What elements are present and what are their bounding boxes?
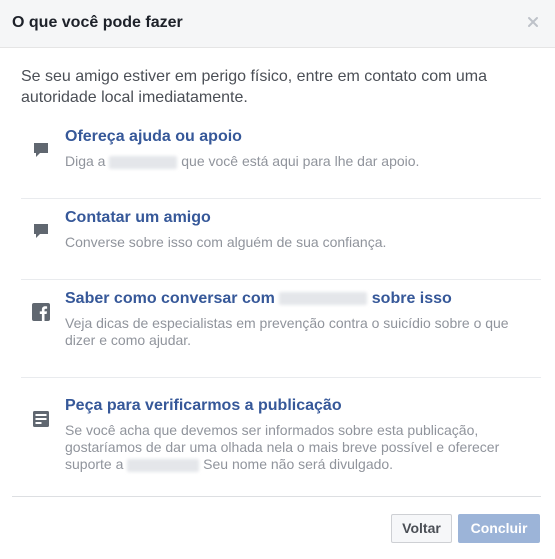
option-desc: Veja dicas de especialistas em prevenção… <box>65 315 509 348</box>
options-list: Ofereça ajuda ou apoio Diga a que você e… <box>21 118 541 500</box>
option-desc: Se você acha que devemos ser informados … <box>65 422 541 473</box>
dialog-header: O que você pode fazer <box>0 0 555 48</box>
option-title-text: Saber como conversar com <box>65 290 275 307</box>
close-icon[interactable] <box>525 14 541 30</box>
option-review-post[interactable]: Peça para verificarmos a publicação Se v… <box>21 378 541 500</box>
dialog: O que você pode fazer Se seu amigo estiv… <box>0 0 555 559</box>
option-contact-friend[interactable]: Contatar um amigo Converse sobre isso co… <box>21 199 541 280</box>
option-desc-text: Diga a <box>65 153 106 169</box>
done-button[interactable]: Concluir <box>458 514 540 543</box>
option-desc-text: que você está aqui para lhe dar apoio. <box>181 153 420 169</box>
option-title-text: sobre isso <box>371 290 452 307</box>
redacted-name <box>279 292 368 306</box>
footer-divider <box>12 496 541 497</box>
redacted-name <box>127 458 200 472</box>
speech-bubble-icon <box>34 224 48 238</box>
option-title: Ofereça ajuda ou apoio <box>65 128 242 145</box>
option-learn-talk[interactable]: Saber como conversar com sobre isso Veja… <box>21 280 541 378</box>
back-button[interactable]: Voltar <box>391 514 452 543</box>
post-icon <box>33 411 49 427</box>
option-desc-text: Seu nome não será divulgado. <box>203 456 394 472</box>
option-title: Contatar um amigo <box>65 209 211 226</box>
intro-text: Se seu amigo estiver em perigo físico, e… <box>21 68 487 106</box>
option-desc: Diga a que você está aqui para lhe dar a… <box>65 153 541 170</box>
option-offer-help[interactable]: Ofereça ajuda ou apoio Diga a que você e… <box>21 118 541 199</box>
option-desc: Converse sobre isso com alguém de sua co… <box>65 234 387 250</box>
facebook-icon <box>32 303 50 321</box>
speech-bubble-icon <box>34 143 48 157</box>
option-title: Peça para verificarmos a publicação <box>65 397 342 414</box>
dialog-title: O que você pode fazer <box>12 14 183 31</box>
redacted-name <box>109 155 178 169</box>
option-title: Saber como conversar com sobre isso <box>65 290 452 308</box>
